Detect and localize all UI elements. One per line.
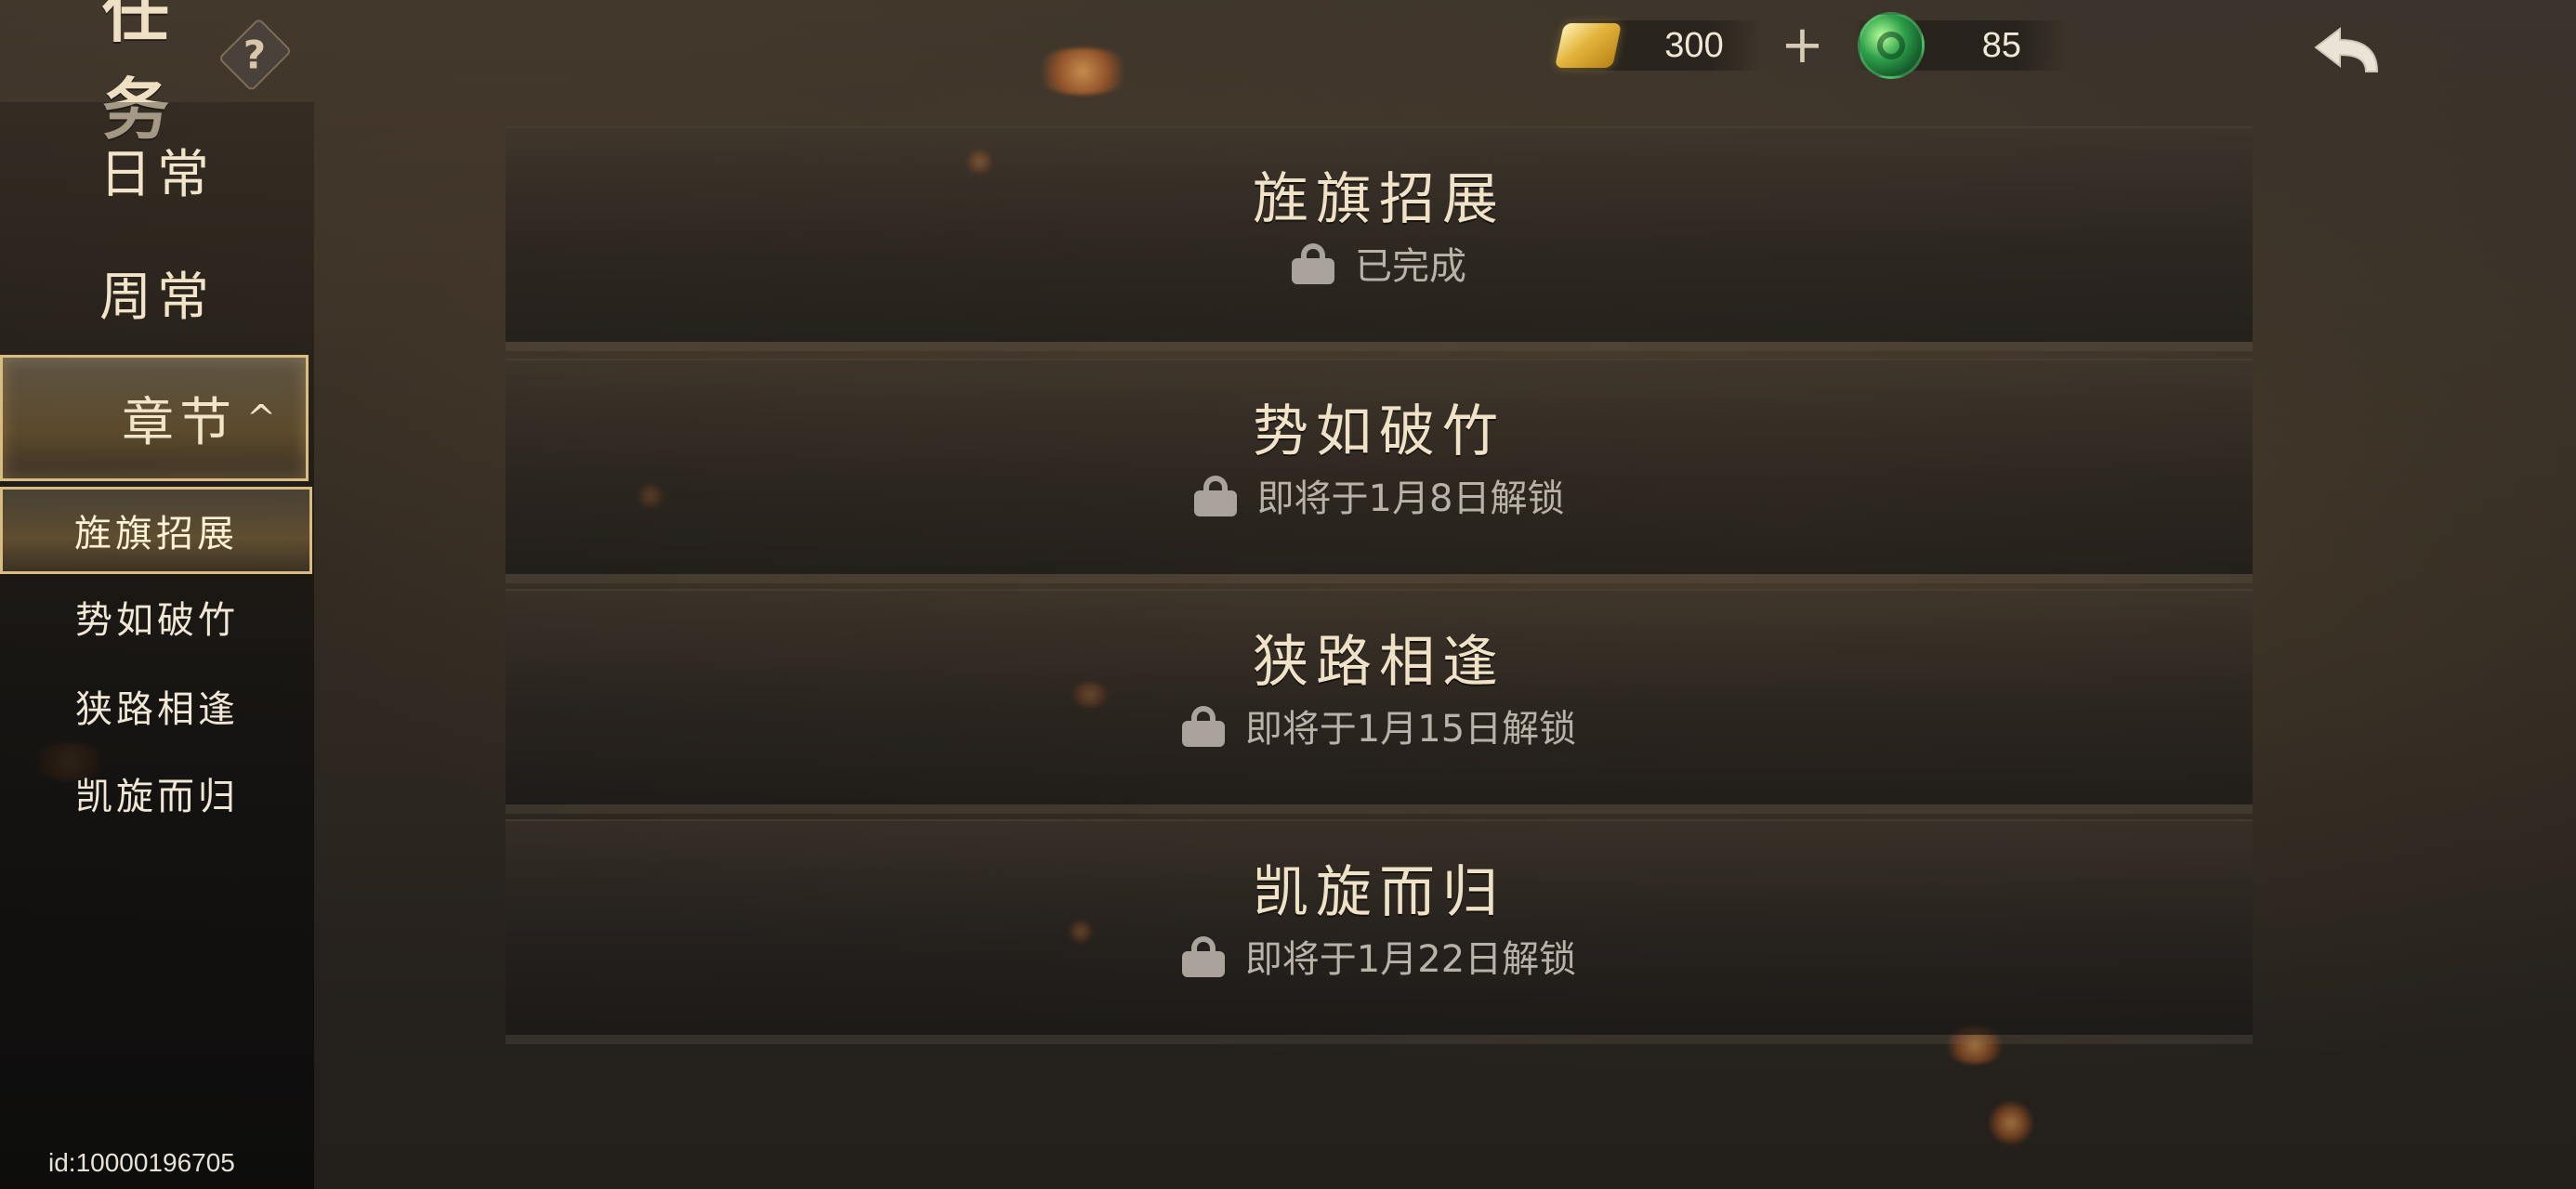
chapter-card[interactable]: 旌旗招展 已完成	[506, 126, 2253, 342]
sidebar-item-label: 日常	[99, 144, 215, 205]
jade-currency: 85	[1851, 12, 2070, 79]
sidebar-subitem-label: 凯旋而归	[75, 776, 239, 818]
jade-amount: 85	[1981, 25, 2022, 65]
sidebar: 日常 周常 章节 ^ 旌旗招展 势如破竹 狭路相逢 凯旋而归	[0, 102, 314, 1189]
sidebar-subitem-xialuxiangfeng[interactable]: 狭路相逢	[0, 663, 314, 749]
sidebar-item-weekly[interactable]: 周常	[0, 242, 314, 344]
status-text: 即将于1月22日解锁	[1244, 938, 1577, 981]
sidebar-item-chapter[interactable]: 章节 ^	[0, 355, 309, 481]
lock-icon	[1181, 706, 1225, 747]
user-id: id:10000196705	[48, 1148, 235, 1177]
chapter-status: 已完成	[506, 236, 2253, 290]
status-text: 即将于1月15日解锁	[1244, 708, 1577, 751]
sidebar-subitem-label: 狭路相逢	[75, 688, 239, 731]
lock-icon	[1193, 476, 1237, 516]
sidebar-subitem-label: 势如破竹	[75, 599, 239, 642]
chapter-status: 即将于1月22日解锁	[506, 929, 2253, 983]
ember-decoration	[1032, 48, 1134, 95]
add-currency-button[interactable]: +	[1781, 20, 1824, 72]
help-icon: ?	[243, 32, 267, 78]
chapter-status: 即将于1月15日解锁	[506, 699, 2253, 752]
lock-icon	[1292, 243, 1334, 284]
ember-decoration	[1989, 1101, 2033, 1145]
back-arrow-icon	[2314, 26, 2379, 72]
jade-token-icon	[1857, 12, 1925, 79]
chapter-title: 势如破竹	[1253, 399, 1505, 464]
currency-bar: 300 + 85	[1554, 12, 2074, 79]
chapter-card[interactable]: 势如破竹 即将于1月8日解锁	[506, 359, 2253, 574]
sidebar-subitem-label: 旌旗招展	[74, 513, 238, 555]
sidebar-item-label: 章节	[122, 392, 238, 453]
status-text: 即将于1月8日解锁	[1256, 477, 1565, 520]
chevron-up-icon: ^	[246, 398, 282, 438]
lock-icon	[1181, 936, 1225, 977]
chapter-card[interactable]: 狭路相逢 即将于1月15日解锁	[506, 589, 2253, 804]
sidebar-subitem-shirupozhu[interactable]: 势如破竹	[0, 574, 314, 660]
help-button[interactable]: ?	[217, 17, 293, 93]
chapter-title: 凯旋而归	[1253, 860, 1505, 925]
back-button[interactable]	[2305, 7, 2398, 91]
sidebar-subitem-qiqizhaozhan[interactable]: 旌旗招展	[0, 487, 312, 574]
chapter-card[interactable]: 凯旋而归 即将于1月22日解锁	[506, 819, 2253, 1035]
gold-ingot-icon	[1554, 23, 1623, 68]
gold-amount: 300	[1664, 25, 1724, 65]
chapter-title: 旌旗招展	[1253, 167, 1505, 232]
sidebar-subitem-kaixuanergui[interactable]: 凯旋而归	[0, 751, 314, 836]
screen-header: 任务 ?	[102, 0, 293, 149]
chapter-title: 狭路相逢	[1253, 630, 1505, 695]
sidebar-item-daily[interactable]: 日常	[0, 119, 314, 221]
gold-currency: 300	[1554, 20, 1762, 71]
status-text: 已完成	[1355, 245, 1466, 288]
sidebar-item-label: 周常	[99, 267, 215, 328]
chapter-status: 即将于1月8日解锁	[506, 468, 2253, 522]
